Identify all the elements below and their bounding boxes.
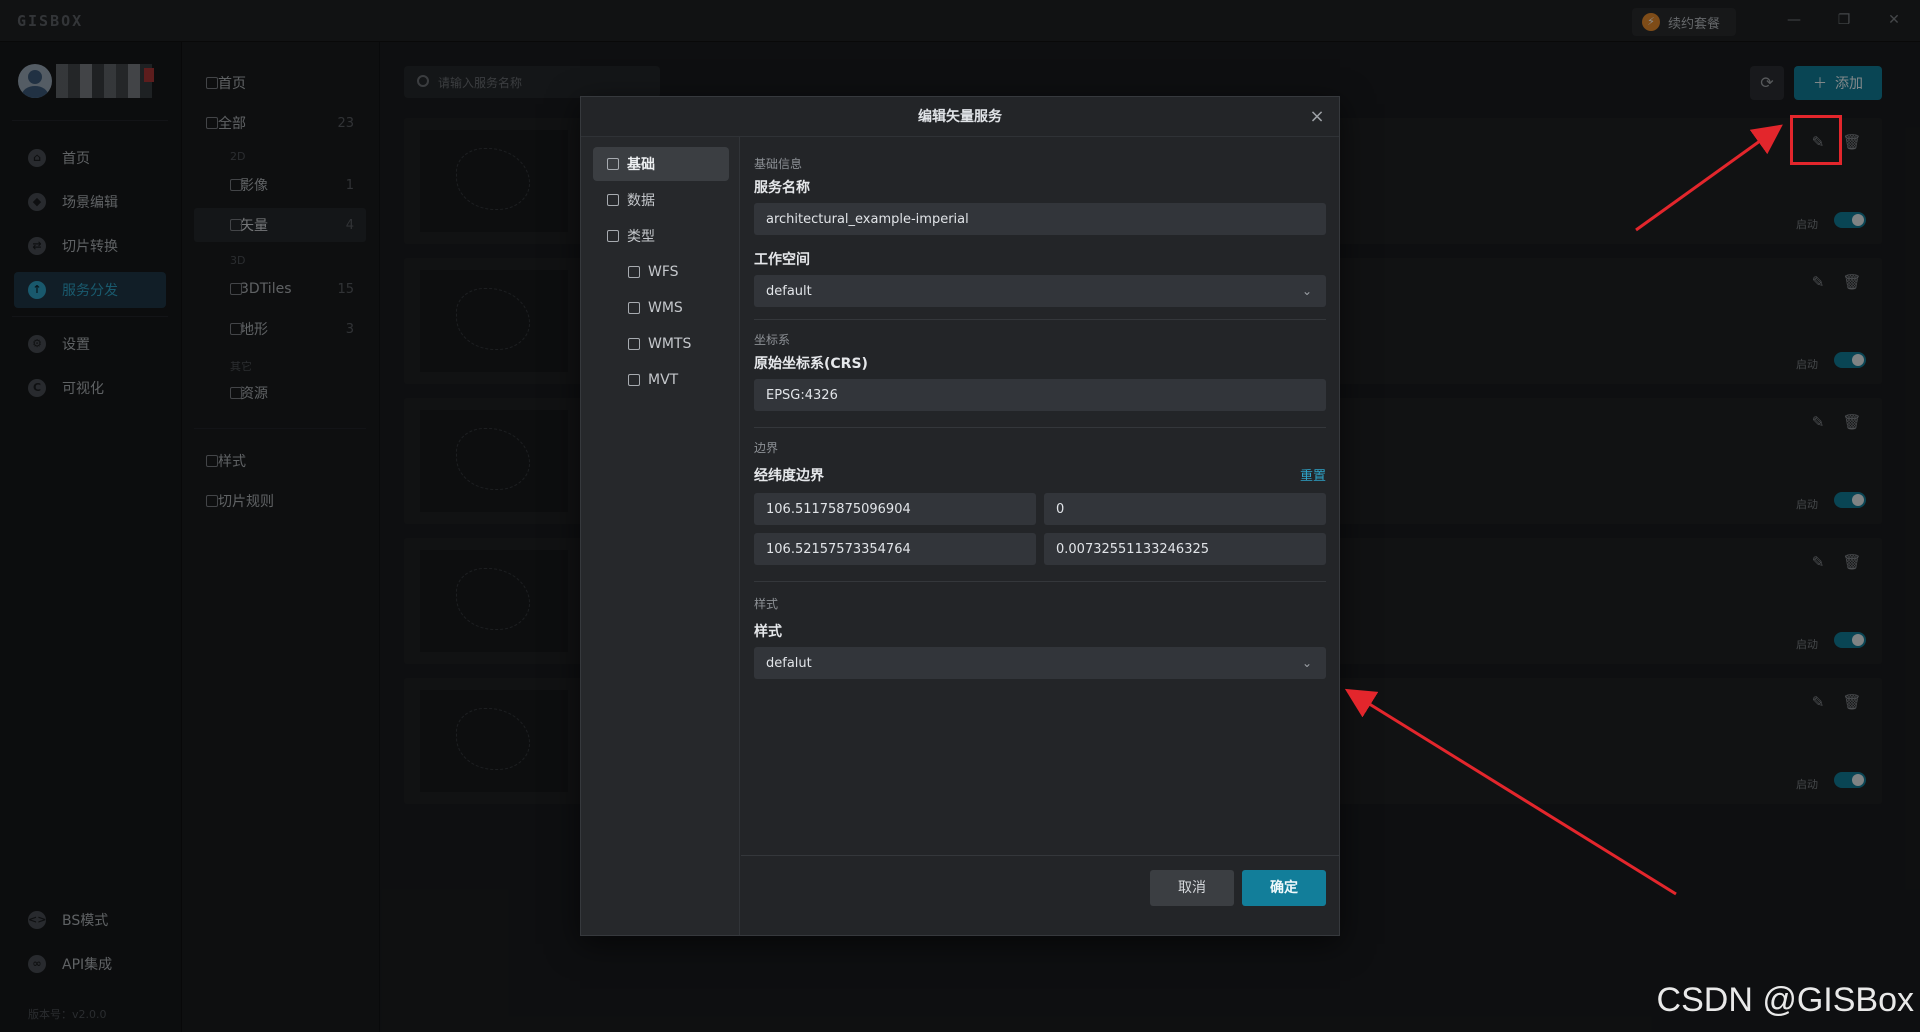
- section-divider: [754, 427, 1326, 428]
- type-icon: [628, 338, 640, 350]
- dialog-nav-wms[interactable]: WMS: [593, 291, 729, 325]
- close-icon[interactable]: ×: [1305, 105, 1329, 129]
- dialog-nav-type[interactable]: 类型: [593, 219, 729, 253]
- watermark: CSDN @GISBox: [1656, 981, 1914, 1019]
- service-name-value: architectural_example-imperial: [766, 211, 969, 227]
- section-divider: [754, 581, 1326, 582]
- style-label: 样式: [754, 624, 782, 640]
- bounds-min-y-value: 0: [1056, 501, 1065, 517]
- style-value: defalut: [766, 655, 812, 671]
- service-name-field[interactable]: architectural_example-imperial: [754, 203, 1326, 235]
- bounds-label: 经纬度边界: [754, 468, 824, 484]
- bounds-min-x-field[interactable]: 106.51175875096904: [754, 493, 1036, 525]
- section-style: 样式: [754, 597, 779, 611]
- bounds-max-y-field[interactable]: 0.00732551133246325: [1044, 533, 1326, 565]
- section-divider: [754, 319, 1326, 320]
- crs-label: 原始坐标系(CRS): [754, 356, 868, 372]
- dialog-nav-label: WMTS: [648, 336, 692, 352]
- dialog-nav-label: 基础: [627, 157, 655, 173]
- dialog-nav-label: WMS: [648, 300, 683, 316]
- dialog-nav-label: WFS: [648, 264, 679, 280]
- edit-vector-service-dialog: 编辑矢量服务 × 基础 数据 类型 WFS WMS WMTS MVT 基础信息 …: [580, 96, 1340, 936]
- dialog-nav-data[interactable]: 数据: [593, 183, 729, 217]
- type-icon: [628, 374, 640, 386]
- workspace-select[interactable]: default ⌄: [754, 275, 1326, 307]
- dialog-nav-label: 类型: [627, 229, 655, 245]
- confirm-button[interactable]: 确定: [1242, 870, 1326, 906]
- type-icon: [607, 230, 619, 242]
- dialog-footer: 取消 确定: [741, 855, 1339, 935]
- section-bounds: 边界: [754, 441, 779, 455]
- dialog-body: 基础信息 服务名称 architectural_example-imperial…: [741, 137, 1339, 855]
- bounds-max-x-value: 106.52157573354764: [766, 541, 911, 557]
- dialog-nav-basic[interactable]: 基础: [593, 147, 729, 181]
- chevron-down-icon: ⌄: [1301, 656, 1312, 670]
- dialog-nav-label: 数据: [627, 193, 655, 209]
- crs-value: EPSG:4326: [766, 387, 838, 403]
- settings-icon: [607, 158, 619, 170]
- type-icon: [628, 302, 640, 314]
- section-basic-info: 基础信息: [754, 157, 803, 171]
- annotation-highlight-box: [1790, 115, 1842, 165]
- service-name-label: 服务名称: [754, 180, 810, 196]
- cancel-button[interactable]: 取消: [1150, 870, 1234, 906]
- reset-bounds-link[interactable]: 重置: [1300, 465, 1326, 484]
- workspace-label: 工作空间: [754, 252, 810, 268]
- database-icon: [607, 194, 619, 206]
- dialog-nav-label: MVT: [648, 372, 679, 388]
- dialog-nav-wmts[interactable]: WMTS: [593, 327, 729, 361]
- type-icon: [628, 266, 640, 278]
- style-select[interactable]: defalut ⌄: [754, 647, 1326, 679]
- dialog-title: 编辑矢量服务: [581, 97, 1339, 137]
- section-crs: 坐标系: [754, 333, 791, 347]
- dialog-nav: 基础 数据 类型 WFS WMS WMTS MVT: [581, 137, 740, 935]
- crs-field[interactable]: EPSG:4326: [754, 379, 1326, 411]
- bounds-max-x-field[interactable]: 106.52157573354764: [754, 533, 1036, 565]
- workspace-value: default: [766, 283, 812, 299]
- dialog-nav-wfs[interactable]: WFS: [593, 255, 729, 289]
- bounds-min-x-value: 106.51175875096904: [766, 501, 911, 517]
- dialog-nav-mvt[interactable]: MVT: [593, 363, 729, 397]
- chevron-down-icon: ⌄: [1301, 284, 1312, 298]
- bounds-min-y-field[interactable]: 0: [1044, 493, 1326, 525]
- bounds-max-y-value: 0.00732551133246325: [1056, 541, 1210, 557]
